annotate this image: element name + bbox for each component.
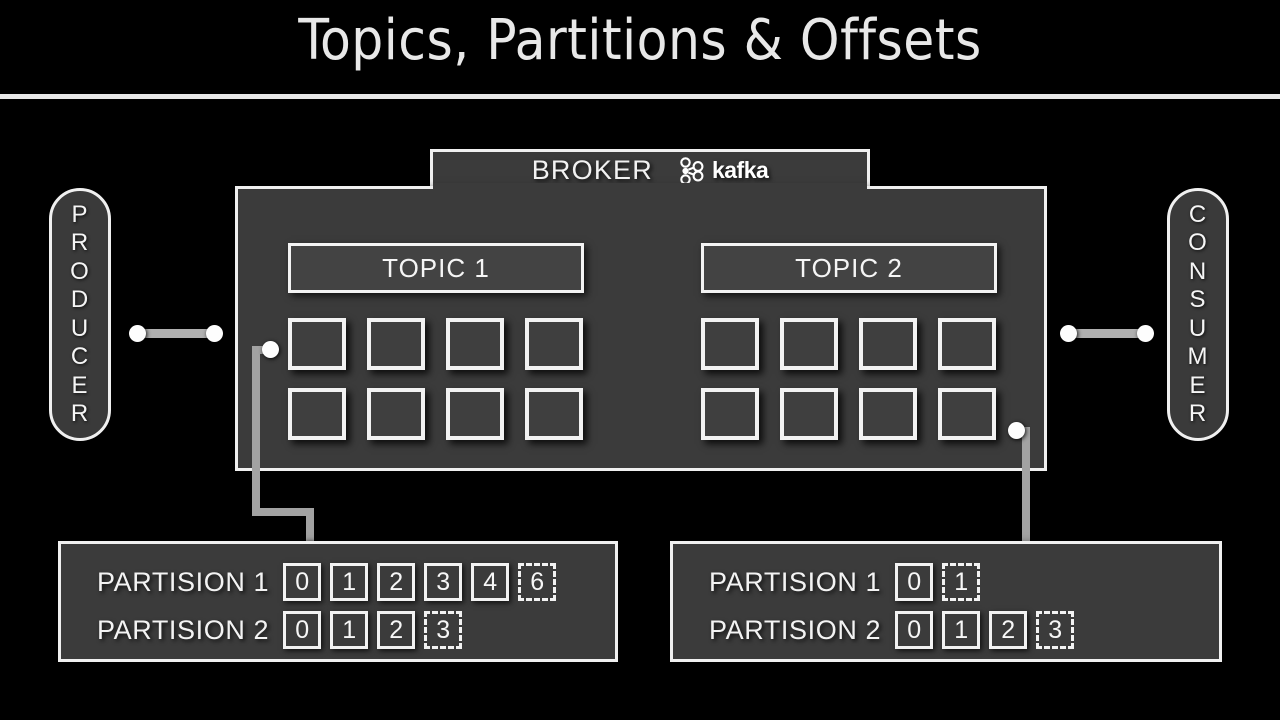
offset-cell-list: 0 1 bbox=[895, 563, 981, 601]
consumer-letter: M bbox=[1187, 343, 1209, 370]
consumer-letter: R bbox=[1188, 400, 1208, 427]
topic-2-partition-grid bbox=[701, 318, 997, 440]
offset-row: PARTISION 2 0 1 2 3 bbox=[709, 606, 1219, 654]
producer-letter: R bbox=[70, 229, 90, 256]
offset-row: PARTISION 1 0 1 2 3 4 6 bbox=[97, 558, 615, 606]
consumer-letter: C bbox=[1188, 200, 1208, 228]
offset-row-label: PARTISION 1 bbox=[709, 566, 882, 597]
topic-2-title: TOPIC 2 bbox=[701, 243, 997, 293]
partition-cell[interactable] bbox=[446, 318, 504, 370]
partition-cell[interactable] bbox=[446, 388, 504, 440]
topic2-callout-dot-source bbox=[1008, 422, 1025, 439]
partition-cell[interactable] bbox=[525, 388, 583, 440]
topic1-callout-seg-3 bbox=[252, 508, 314, 516]
producer-link-dot-left bbox=[129, 325, 146, 342]
consumer-label: C O N S U M E R bbox=[1188, 201, 1209, 429]
topic-2[interactable]: TOPIC 2 bbox=[701, 243, 997, 440]
producer-node[interactable]: P R O D U C E R bbox=[49, 188, 111, 441]
consumer-letter: U bbox=[1188, 314, 1208, 342]
offset-cell[interactable]: 0 bbox=[895, 563, 934, 601]
offset-cell-pending[interactable]: 3 bbox=[424, 611, 463, 649]
offset-cell-list: 0 1 2 3 bbox=[283, 611, 463, 649]
topic-1-title: TOPIC 1 bbox=[288, 243, 584, 293]
partition-cell[interactable] bbox=[701, 388, 759, 440]
offset-cell[interactable]: 2 bbox=[377, 611, 416, 649]
producer-letter: O bbox=[70, 257, 90, 285]
broker-title: BROKER bbox=[531, 155, 653, 185]
title-divider bbox=[0, 94, 1280, 99]
producer-letter: D bbox=[70, 286, 90, 313]
offset-cell[interactable]: 3 bbox=[424, 563, 463, 601]
partition-cell[interactable] bbox=[859, 388, 917, 440]
consumer-link-dot-left bbox=[1060, 325, 1077, 342]
partition-cell[interactable] bbox=[701, 318, 759, 370]
offset-row: PARTISION 1 0 1 bbox=[709, 558, 1219, 606]
consumer-letter: E bbox=[1189, 371, 1207, 399]
offset-row-label: PARTISION 1 bbox=[97, 566, 270, 597]
consumer-letter: N bbox=[1188, 257, 1208, 285]
partition-cell[interactable] bbox=[938, 388, 996, 440]
offset-row: PARTISION 2 0 1 2 3 bbox=[97, 606, 615, 654]
producer-letter: R bbox=[70, 400, 90, 427]
kafka-wordmark: kafka bbox=[711, 157, 769, 183]
offset-cell[interactable]: 0 bbox=[895, 611, 934, 649]
offset-cell[interactable]: 1 bbox=[330, 563, 369, 601]
producer-link-dot-right bbox=[206, 325, 223, 342]
offset-cell[interactable]: 1 bbox=[942, 611, 981, 649]
page-title: Topics, Partitions & Offsets bbox=[298, 8, 982, 73]
offset-cell[interactable]: 0 bbox=[283, 611, 322, 649]
partition-cell[interactable] bbox=[367, 318, 425, 370]
producer-broker-link bbox=[137, 329, 215, 338]
kafka-logo-icon bbox=[679, 156, 705, 185]
offset-cell-pending[interactable]: 3 bbox=[1036, 611, 1075, 649]
broker-body: TOPIC 1 TOPIC 2 bbox=[235, 186, 1047, 471]
partition-cell[interactable] bbox=[859, 318, 917, 370]
offset-cell-list: 0 1 2 3 bbox=[895, 611, 1075, 649]
partition-cell[interactable] bbox=[780, 318, 838, 370]
offset-cell-pending[interactable]: 6 bbox=[518, 563, 557, 601]
offset-cell-pending[interactable]: 1 bbox=[942, 563, 981, 601]
slide-canvas: Topics, Partitions & Offsets P R O D U C… bbox=[0, 0, 1280, 720]
topic-1[interactable]: TOPIC 1 bbox=[288, 243, 584, 440]
offset-cell[interactable]: 2 bbox=[377, 563, 416, 601]
broker-tab-seam bbox=[433, 183, 867, 190]
partition-cell[interactable] bbox=[288, 318, 346, 370]
partition-cell[interactable] bbox=[780, 388, 838, 440]
broker-consumer-link bbox=[1068, 329, 1146, 338]
offset-cell-list: 0 1 2 3 4 6 bbox=[283, 563, 557, 601]
offset-row-label: PARTISION 2 bbox=[97, 614, 270, 645]
partition-cell[interactable] bbox=[367, 388, 425, 440]
partition-cell[interactable] bbox=[288, 388, 346, 440]
producer-letter: E bbox=[71, 371, 89, 399]
consumer-node[interactable]: C O N S U M E R bbox=[1167, 188, 1229, 441]
topic-1-partition-grid bbox=[288, 318, 584, 440]
partition-cell[interactable] bbox=[525, 318, 583, 370]
topic-1-offsets-panel: PARTISION 1 0 1 2 3 4 6 PARTISION 2 0 1 … bbox=[58, 541, 618, 662]
offset-cell[interactable]: 1 bbox=[330, 611, 369, 649]
topic1-callout-seg-2 bbox=[252, 346, 260, 516]
partition-cell[interactable] bbox=[938, 318, 996, 370]
topic-2-offsets-panel: PARTISION 1 0 1 PARTISION 2 0 1 2 3 bbox=[670, 541, 1222, 662]
producer-letter: U bbox=[70, 314, 90, 342]
producer-letter: C bbox=[70, 343, 90, 370]
consumer-letter: O bbox=[1188, 229, 1208, 256]
kafka-brand: kafka bbox=[679, 156, 769, 185]
offset-cell[interactable]: 0 bbox=[283, 563, 322, 601]
topic1-callout-dot-source bbox=[262, 341, 279, 358]
offset-row-label: PARTISION 2 bbox=[709, 614, 882, 645]
producer-label: P R O D U C E R bbox=[70, 201, 90, 429]
consumer-letter: S bbox=[1189, 286, 1207, 313]
producer-letter: P bbox=[71, 200, 89, 228]
offset-cell[interactable]: 4 bbox=[471, 563, 510, 601]
offset-cell[interactable]: 2 bbox=[989, 611, 1028, 649]
consumer-link-dot-right bbox=[1137, 325, 1154, 342]
